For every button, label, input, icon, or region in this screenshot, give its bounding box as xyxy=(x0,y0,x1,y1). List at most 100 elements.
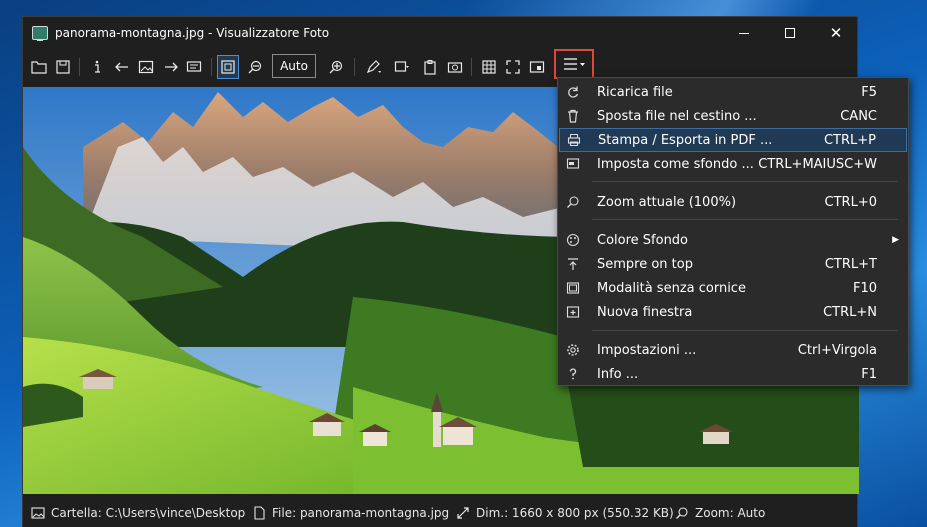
help-icon xyxy=(565,366,581,382)
menu-item-shortcut: CTRL+N xyxy=(823,304,877,320)
status-zoom: Zoom: Auto xyxy=(675,506,765,520)
frame-icon xyxy=(394,61,409,72)
zoom-in-icon xyxy=(329,60,343,74)
frame-dropdown-button[interactable] xyxy=(389,55,415,79)
menu-item-always-on-top[interactable]: Sempre on top CTRL+T xyxy=(559,252,907,276)
edit-icon xyxy=(366,60,381,74)
menu-item-trash[interactable]: Sposta file nel cestino ... CANC xyxy=(559,104,907,128)
pin-top-icon xyxy=(565,256,581,272)
menu-item-set-wallpaper[interactable]: Imposta come sfondo ... CTRL+MAIUSC+W xyxy=(559,152,907,176)
menu-item-label: Sempre on top xyxy=(597,256,693,272)
clipboard-icon xyxy=(424,60,436,75)
close-icon: ✕ xyxy=(829,23,843,42)
menu-item-info[interactable]: Info ... F1 xyxy=(559,362,907,386)
menu-item-label: Impostazioni ... xyxy=(597,342,697,358)
frameless-icon xyxy=(565,280,581,296)
zoom-in-button[interactable] xyxy=(325,55,347,79)
printer-icon xyxy=(566,132,582,148)
menu-item-shortcut: CANC xyxy=(840,108,877,124)
window-icon xyxy=(529,61,545,73)
menu-item-label: Colore Sfondo xyxy=(597,232,689,248)
menu-item-print[interactable]: Stampa / Esporta in PDF ... CTRL+P xyxy=(559,128,907,152)
resize-icon xyxy=(457,507,469,519)
status-zoom-text: Zoom: Auto xyxy=(695,506,766,520)
slideshow-icon xyxy=(186,61,202,72)
file-icon xyxy=(254,506,265,520)
trash-icon xyxy=(565,108,581,124)
status-file: File: panorama-montagna.jpg xyxy=(252,506,449,520)
menu-item-label: Imposta come sfondo ... xyxy=(597,156,754,172)
menu-separator xyxy=(592,219,898,220)
app-icon xyxy=(32,26,48,41)
toolbar-divider xyxy=(79,58,80,76)
minimize-icon xyxy=(739,32,749,34)
new-window-icon xyxy=(565,304,581,320)
image-icon xyxy=(138,60,154,74)
toolbar-divider xyxy=(211,58,212,76)
window-title: panorama-montagna.jpg - Visualizzatore F… xyxy=(55,26,330,40)
status-dimensions: Dim.: 1660 x 800 px (550.32 KB) xyxy=(456,506,674,520)
menu-item-shortcut: CTRL+0 xyxy=(824,194,877,210)
main-menu-dropdown: Ricarica file F5 Sposta file nel cestino… xyxy=(557,77,909,386)
menu-item-shortcut: Ctrl+Virgola xyxy=(797,342,877,358)
grid-icon xyxy=(482,60,496,74)
menu-item-label: Nuova finestra xyxy=(597,304,693,320)
screenshot-button[interactable] xyxy=(444,55,466,79)
menu-separator xyxy=(592,330,898,331)
zoom-icon xyxy=(565,194,581,210)
menu-item-label: Info ... xyxy=(597,366,639,382)
menu-item-shortcut: F10 xyxy=(852,280,877,296)
window-mode-button[interactable] xyxy=(526,55,548,79)
maximize-button[interactable] xyxy=(767,17,813,49)
zoom-level-field[interactable]: Auto xyxy=(272,54,316,78)
next-image-button[interactable] xyxy=(160,55,182,79)
main-menu-button[interactable] xyxy=(554,49,594,79)
minimize-button[interactable] xyxy=(721,17,767,49)
status-file-text: File: panorama-montagna.jpg xyxy=(272,506,450,520)
gallery-button[interactable] xyxy=(135,55,157,79)
menu-item-settings[interactable]: Impostazioni ... Ctrl+Virgola xyxy=(559,338,907,362)
status-folder: Cartella: C:\Users\vince\Desktop xyxy=(31,506,245,520)
refresh-icon xyxy=(565,84,581,100)
menu-item-frameless[interactable]: Modalità senza cornice F10 xyxy=(559,276,907,300)
previous-image-button[interactable] xyxy=(111,55,133,79)
menu-item-zoom-actual[interactable]: Zoom attuale (100%) CTRL+0 xyxy=(559,190,907,214)
fullscreen-icon xyxy=(506,60,520,74)
grid-button[interactable] xyxy=(478,55,500,79)
image-folder-icon xyxy=(31,507,45,519)
menu-item-new-window[interactable]: Nuova finestra CTRL+N xyxy=(559,300,907,324)
fullscreen-button[interactable] xyxy=(502,55,524,79)
maximize-icon xyxy=(785,28,795,38)
menu-separator xyxy=(592,181,898,182)
menu-item-shortcut: CTRL+MAIUSC+W xyxy=(758,156,877,172)
settings-icon xyxy=(565,342,581,358)
fit-window-icon xyxy=(221,60,235,74)
info-button[interactable] xyxy=(86,55,108,79)
menu-item-label: Modalità senza cornice xyxy=(597,280,746,296)
fit-window-button[interactable] xyxy=(217,55,239,79)
menu-item-label: Sposta file nel cestino ... xyxy=(597,108,757,124)
submenu-arrow-icon: ▶ xyxy=(892,235,899,245)
menu-item-background-color[interactable]: Colore Sfondo ▶ xyxy=(559,228,907,252)
camera-icon xyxy=(447,62,463,73)
slideshow-button[interactable] xyxy=(183,55,205,79)
toolbar-divider xyxy=(471,58,472,76)
arrow-left-icon xyxy=(115,62,128,72)
menu-item-reload[interactable]: Ricarica file F5 xyxy=(559,80,907,104)
save-button[interactable] xyxy=(52,55,74,79)
status-folder-text: Cartella: C:\Users\vince\Desktop xyxy=(51,506,246,520)
wallpaper-icon xyxy=(565,156,581,172)
edit-dropdown-button[interactable] xyxy=(360,55,386,79)
info-icon xyxy=(95,60,100,73)
title-bar[interactable]: panorama-montagna.jpg - Visualizzatore F… xyxy=(23,17,857,49)
save-icon xyxy=(56,60,70,74)
menu-item-shortcut: CTRL+T xyxy=(824,256,877,272)
menu-item-shortcut: F1 xyxy=(861,366,877,382)
status-dimensions-text: Dim.: 1660 x 800 px (550.32 KB) xyxy=(476,506,674,520)
close-button[interactable]: ✕ xyxy=(813,17,859,49)
zoom-out-button[interactable] xyxy=(244,55,266,79)
toolbar-divider xyxy=(354,58,355,76)
clipboard-button[interactable] xyxy=(419,55,441,79)
status-bar: Cartella: C:\Users\vince\Desktop File: p… xyxy=(23,498,857,527)
open-folder-button[interactable] xyxy=(28,55,50,79)
